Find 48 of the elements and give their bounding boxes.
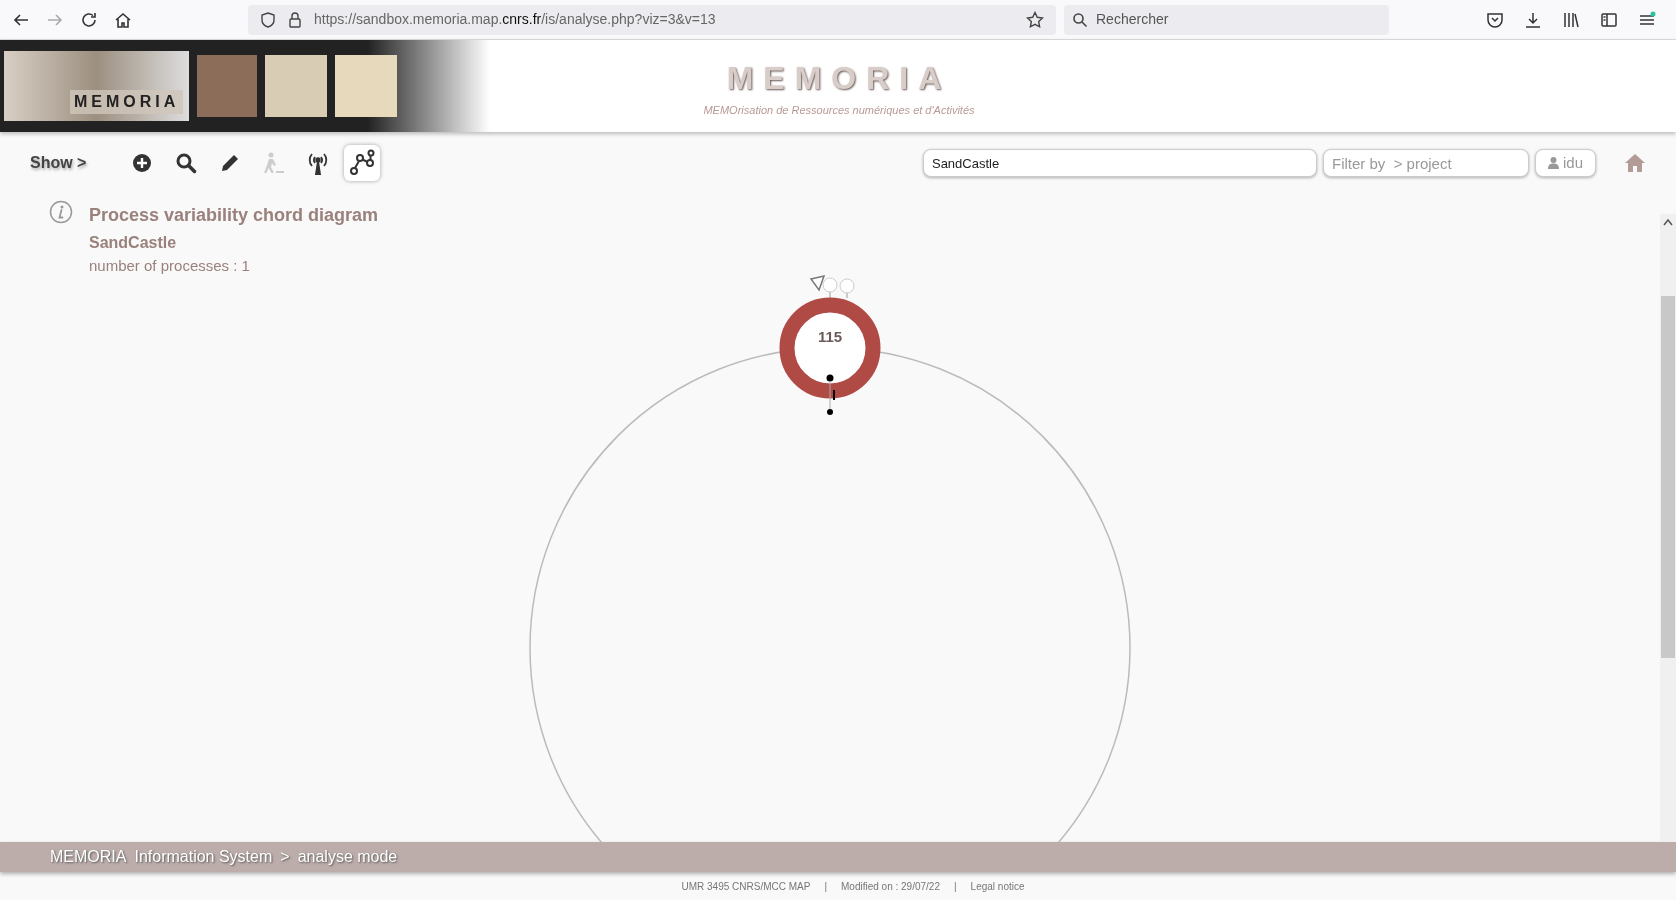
- breadcrumb-item: MEMORIA: [50, 847, 127, 867]
- node-connector: [826, 374, 835, 415]
- reload-icon[interactable]: [80, 10, 98, 29]
- node-label: 115: [817, 328, 843, 345]
- address-bar[interactable]: https://sandbox.memoria.map.cnrs.fr/is/analyse.php?viz=3&v=13: [248, 4, 1056, 35]
- photo-placeholder: [197, 55, 257, 117]
- footer-text: Modified on : 29/07/22: [841, 879, 940, 894]
- url-text: https://sandbox.memoria.map.cnrs.fr/is/analyse.php?viz=3&v=13: [314, 10, 716, 29]
- site-title: MEMORIA: [726, 58, 952, 98]
- worker-icon: [262, 151, 287, 175]
- download-icon[interactable]: [1524, 10, 1542, 29]
- diagram-title: Process variability chord diagram: [89, 204, 379, 227]
- search-icon: [175, 152, 198, 174]
- breadcrumb-item: Information System: [134, 847, 273, 867]
- star-icon[interactable]: [1026, 10, 1044, 29]
- search-field[interactable]: SandCastle: [922, 149, 1317, 177]
- photo-placeholder: [265, 55, 327, 117]
- site-subtitle: MEMOrisation de Ressources numériques et d'Activités: [703, 102, 975, 118]
- graph-icon: [348, 149, 377, 177]
- sidebar-icon[interactable]: [1600, 10, 1618, 29]
- project-name: SandCastle: [89, 233, 178, 253]
- process-node-ring[interactable]: [779, 297, 881, 399]
- node-markers: [809, 274, 855, 299]
- toolbar-button[interactable]: [344, 145, 381, 181]
- breadcrumb-item: >: [280, 847, 290, 867]
- scroll-up-icon[interactable]: [1663, 218, 1673, 226]
- user-icon: [1547, 157, 1559, 169]
- footer-text: |: [953, 879, 957, 894]
- footer-text: |: [824, 879, 827, 894]
- breadcrumb-item: analyse mode: [297, 847, 398, 867]
- pocket-icon[interactable]: [1486, 10, 1504, 29]
- footer-text: UMR 3495 CNRS/MCC MAP: [681, 879, 811, 894]
- banner-logo-text: MEMORIA: [70, 90, 184, 114]
- add-icon: [132, 153, 153, 173]
- lock-icon: [288, 11, 302, 28]
- home-icon[interactable]: [114, 10, 132, 29]
- scrollbar-thumb[interactable]: [1661, 296, 1675, 658]
- shield-icon: [260, 11, 276, 28]
- footer-text: Legal notice: [970, 879, 1025, 894]
- process-count: number of processes : 1: [89, 256, 251, 276]
- browser-search-field[interactable]: Rechercher: [1064, 4, 1389, 35]
- info-icon[interactable]: [49, 200, 73, 224]
- search-icon: [1072, 11, 1088, 28]
- photo-placeholder: [335, 55, 397, 117]
- library-icon[interactable]: [1562, 10, 1580, 29]
- scrollbar[interactable]: [1660, 214, 1676, 842]
- show-menu-button[interactable]: Show >: [30, 151, 87, 175]
- filter-field[interactable]: Filter by > project: [1322, 149, 1529, 177]
